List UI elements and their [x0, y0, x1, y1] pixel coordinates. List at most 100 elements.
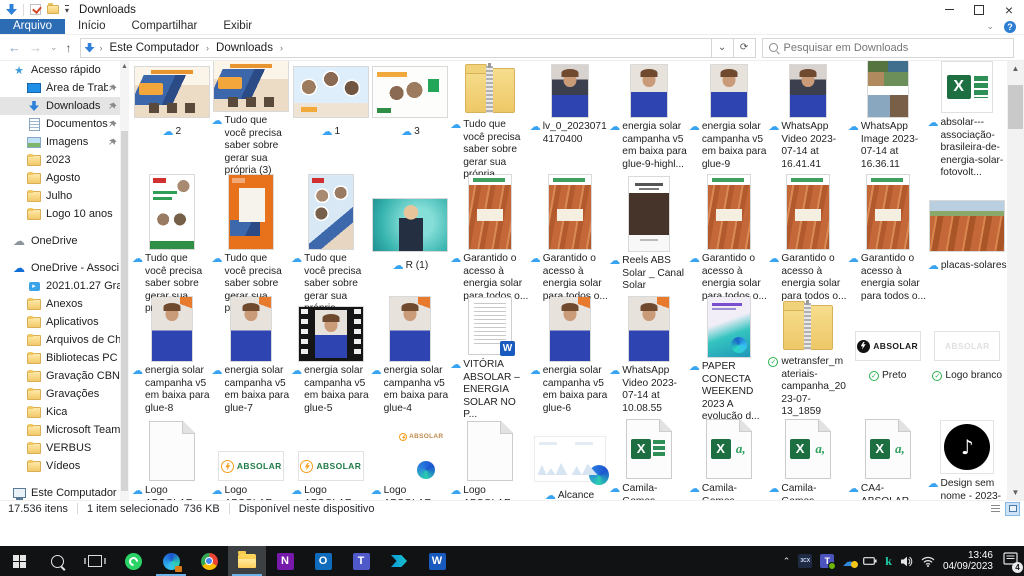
taskbar-button-word[interactable]: W [418, 546, 456, 576]
taskbar-button-search[interactable] [38, 546, 76, 576]
kaspersky-tray-icon[interactable]: k [885, 555, 892, 567]
main-scrollbar[interactable]: ▲ ▼ [1007, 61, 1024, 500]
file-item[interactable]: ABSOLAR☁Logo ABSOLAR [212, 419, 292, 500]
ribbon-tab-exibir[interactable]: Exibir [210, 19, 265, 34]
sidebar-item-kica[interactable]: Kica [0, 403, 129, 421]
sidebar-item-este-computador[interactable]: Este Computador [0, 484, 129, 500]
file-item[interactable]: ☁energia solar campanha v5 em baixa para… [609, 61, 689, 175]
ribbon-tab-início[interactable]: Início [65, 19, 119, 34]
forward-icon[interactable]: → [29, 41, 42, 54]
sidebar-item-2021-01-27-grava[interactable]: 2021.01.27 Grava [0, 277, 129, 295]
file-item[interactable]: ☁Garantido o acesso à energia solar para… [450, 175, 530, 297]
breadcrumb-item[interactable]: Downloads [214, 42, 275, 54]
file-item[interactable]: X☁Camila-Gomes-Anúncios-1-de-jun-de-2023… [609, 419, 689, 500]
sidebar-item-downloads[interactable]: Downloads [0, 97, 129, 115]
file-item[interactable]: Xa,☁Camila-Gomes-Anúncios-1-de-jun-de-20… [689, 419, 769, 500]
file-item[interactable]: ☁1 [291, 61, 371, 175]
file-item[interactable]: ☁Reels ABS Solar _ Canal Solar [609, 175, 689, 297]
volume-icon[interactable] [900, 556, 913, 567]
file-item[interactable]: ☁WhatsApp Video 2023-07-14 at 16.41.41 [768, 61, 848, 175]
taskbar-button-onenote[interactable]: N [266, 546, 304, 576]
file-item[interactable]: ♪☁Design sem nome - 2023-07-13T135124.43… [927, 419, 1007, 500]
sidebar-item-microsoft-teams[interactable]: Microsoft Teams [0, 421, 129, 439]
address-dropdown-icon[interactable]: ⌄ [712, 38, 734, 58]
breadcrumb-item[interactable]: Este Computador [108, 42, 202, 54]
battery-icon[interactable] [863, 556, 877, 566]
file-item[interactable]: ☁Tudo que você precisa saber sobre gerar… [212, 175, 292, 297]
sidebar-item-agosto[interactable]: Agosto [0, 169, 129, 187]
address-field[interactable]: ›Este Computador›Downloads› [80, 38, 712, 58]
file-item[interactable]: ABSOLAR✓Logo branco [927, 297, 1007, 419]
sidebar-item-anexos[interactable]: Anexos [0, 295, 129, 313]
file-item[interactable]: ☁Logo ABSOLAR (3).eps [450, 419, 530, 500]
scroll-down-icon[interactable]: ▼ [1007, 488, 1024, 497]
minimize-button[interactable] [934, 0, 964, 19]
details-view-icon[interactable] [988, 502, 1003, 516]
taskbar-button-power-automate[interactable] [380, 546, 418, 576]
file-item[interactable]: ☁WhatsApp Image 2023-07-14 at 16.36.11 [848, 61, 928, 175]
sidebar-item-acesso-r-pido[interactable]: Acesso rápido [0, 61, 129, 79]
file-item[interactable]: ☁Garantido o acesso à energia solar para… [848, 175, 928, 297]
taskbar-button-chrome[interactable] [190, 546, 228, 576]
file-item[interactable]: ☁Logo ABSOLAR_preto (1).eps [132, 419, 212, 500]
file-item[interactable]: ☁2 [132, 61, 212, 175]
taskbar-button-start[interactable] [0, 546, 38, 576]
onedrive-tray-icon[interactable]: ☁ [842, 555, 855, 568]
file-item[interactable]: ☁Tudo que você precisa saber sobre gerar… [291, 175, 371, 297]
file-item[interactable]: ☁Garantido o acesso à energia solar para… [689, 175, 769, 297]
search-input[interactable] [784, 42, 1007, 54]
file-item[interactable]: ☁Tudo que você precisa saber sobre gerar… [132, 175, 212, 297]
scroll-up-icon[interactable]: ▲ [120, 63, 129, 70]
sidebar-item-onedrive[interactable]: OneDrive [0, 232, 129, 250]
file-item[interactable]: ABSOLAR☁Logo ABSOLAR [291, 419, 371, 500]
sidebar-item-onedrive-associ[interactable]: OneDrive - Associ [0, 259, 129, 277]
properties-icon[interactable] [30, 4, 41, 15]
file-item[interactable]: X☁absolar---associação-brasileira-de-ene… [927, 61, 1007, 175]
hidden-icons-chevron[interactable]: ⌃ [783, 556, 791, 567]
file-item[interactable]: W☁VITÓRIA ABSOLAR – ENERGIA SOLAR NO P..… [450, 297, 530, 419]
file-item[interactable]: Xa,☁Camila-Gomes-Anúncios-1-de-jun-de-20… [768, 419, 848, 500]
file-item[interactable]: ☁placas-solares [927, 175, 1007, 297]
sidebar-item-imagens[interactable]: Imagens [0, 133, 129, 151]
sidebar-item-v-deos[interactable]: Vídeos [0, 457, 129, 475]
taskbar-button-whatsapp[interactable] [114, 546, 152, 576]
file-item[interactable]: ☁Tudo que você precisa saber sobre gerar… [450, 61, 530, 175]
customize-qat-icon[interactable]: ▾ [65, 5, 69, 15]
file-item[interactable]: ☁Tudo que você precisa saber sobre gerar… [212, 61, 292, 175]
sidebar-scrollbar[interactable]: ▲ [120, 61, 129, 500]
file-item[interactable]: ☁Garantido o acesso à energia solar para… [530, 175, 610, 297]
file-item[interactable]: ☁Garantido o acesso à energia solar para… [768, 175, 848, 297]
maximize-button[interactable] [964, 0, 994, 19]
wifi-icon[interactable] [921, 556, 935, 567]
up-icon[interactable]: ↑ [66, 42, 72, 54]
sidebar-item-logo-10-anos[interactable]: Logo 10 anos [0, 205, 129, 223]
new-folder-icon[interactable] [47, 5, 59, 14]
file-item[interactable]: ☁lv_0_20230714170400 [530, 61, 610, 175]
sidebar-item-aplicativos[interactable]: Aplicativos [0, 313, 129, 331]
recent-locations-icon[interactable]: ⌄ [50, 43, 58, 52]
3cx-tray-icon[interactable]: 3CX [798, 554, 812, 568]
refresh-icon[interactable]: ⟳ [734, 38, 756, 58]
help-icon[interactable]: ? [1004, 21, 1016, 33]
file-item[interactable]: ABSOLAR✓Preto [848, 297, 928, 419]
search-box[interactable] [762, 38, 1014, 58]
sidebar-item-2023[interactable]: 2023 [0, 151, 129, 169]
sidebar-item-documentos[interactable]: Documentos [0, 115, 129, 133]
main-scrollbar-thumb[interactable] [1008, 85, 1023, 129]
file-item[interactable]: ☁PAPER CONECTA WEEKEND 2023 A evolução d… [689, 297, 769, 419]
sidebar-item--rea-de-traba[interactable]: Área de Traba [0, 79, 129, 97]
file-item[interactable]: ✓wetransfer_materiais-campanha_2023-07-1… [768, 297, 848, 419]
taskbar-button-task-view[interactable] [76, 546, 114, 576]
large-icons-view-icon[interactable] [1005, 502, 1020, 516]
taskbar-button-outlook[interactable]: O [304, 546, 342, 576]
file-item[interactable]: ☁energia solar campanha v5 em baixa para… [689, 61, 769, 175]
sidebar-scrollbar-thumb[interactable] [121, 131, 128, 491]
action-center-icon[interactable]: 4 [1003, 552, 1018, 570]
scroll-up-icon[interactable]: ▲ [1007, 64, 1024, 73]
taskbar-button-teams[interactable]: T [342, 546, 380, 576]
file-item[interactable]: ☁energia solar campanha v5 em baixa para… [291, 297, 371, 419]
ribbon-tab-compartilhar[interactable]: Compartilhar [119, 19, 211, 34]
file-item[interactable]: ☁Alcance [530, 419, 610, 500]
sidebar-item-grava-es[interactable]: Gravações [0, 385, 129, 403]
taskbar-button-file-explorer[interactable] [228, 546, 266, 576]
